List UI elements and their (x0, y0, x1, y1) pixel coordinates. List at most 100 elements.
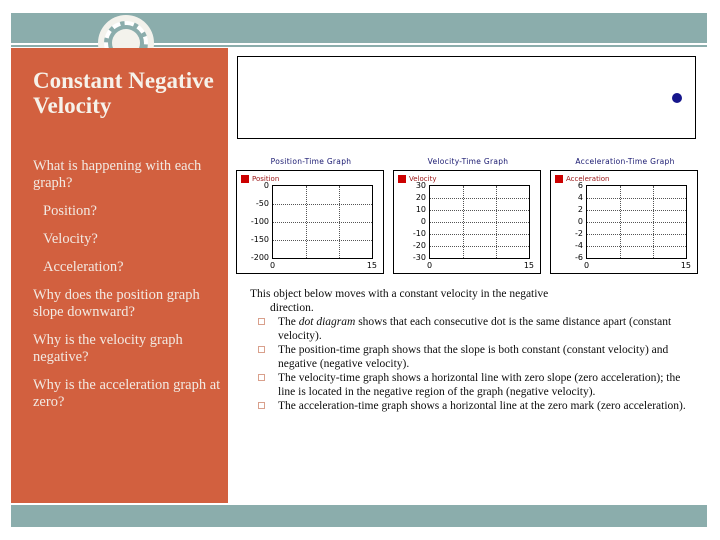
bullet-text-emphasis: dot diagram (298, 316, 356, 328)
acceleration-y-axis-labels: 6 4 2 0 -2 -4 -6 (551, 181, 585, 262)
bullet-text-pre: The (278, 316, 299, 328)
gridline-v (496, 186, 497, 258)
velocity-ytick-10: 10 (415, 205, 426, 214)
velocity-ytick-m10: -10 (412, 229, 426, 238)
acceleration-ytick-m4: -4 (575, 241, 583, 250)
velocity-ytick-m30: -30 (412, 253, 426, 262)
acceleration-ytick-m2: -2 (575, 229, 583, 238)
position-graph-title: Position-Time Graph (270, 157, 352, 166)
bullet-square-icon (258, 318, 265, 325)
gridline-h (587, 222, 686, 223)
position-x-axis-labels: 0 15 (270, 261, 377, 273)
velocity-legend-swatch-icon (398, 174, 406, 183)
position-legend-swatch-icon (241, 174, 249, 183)
page-title: Constant Negative Velocity (33, 68, 214, 118)
dot-diagram-box (237, 56, 696, 139)
velocity-plot-wrap: 30 20 10 0 -10 -20 -30 0 15 (394, 182, 542, 273)
velocity-time-graph: Velocity-Time Graph Velocity 30 20 10 0 … (393, 156, 543, 274)
velocity-graph-frame: Velocity 30 20 10 0 -10 -20 -30 0 15 (393, 170, 541, 274)
bullet-item-dot-diagram: The dot diagram shows that each consecut… (250, 316, 690, 343)
moving-object-dot (672, 93, 682, 103)
velocity-x-axis-labels: 0 15 (427, 261, 534, 273)
velocity-plot-area (429, 185, 530, 259)
gridline-h (273, 240, 372, 241)
left-sidebar-panel: Constant Negative Velocity What is happe… (11, 48, 228, 503)
acceleration-graph-frame: Acceleration 6 4 2 0 -2 -4 -6 0 15 (550, 170, 698, 274)
acceleration-legend-swatch-icon (555, 174, 563, 183)
acceleration-plot-wrap: 6 4 2 0 -2 -4 -6 0 15 (551, 181, 699, 273)
velocity-graph-title: Velocity-Time Graph (427, 157, 509, 166)
acceleration-graph-title: Acceleration-Time Graph (575, 157, 675, 166)
gridline-h (430, 246, 529, 247)
position-plot-area (272, 185, 373, 259)
gridline-v (339, 186, 340, 258)
graph-row: Position-Time Graph Position 0 -50 -100 … (236, 156, 700, 281)
gridline-h (587, 246, 686, 247)
position-ytick-m150: -150 (250, 235, 269, 244)
bullet-text-post: The acceleration-time graph shows a hori… (278, 400, 686, 412)
sidebar-item-what-is-happening: What is happening with each graph? (33, 158, 202, 191)
acceleration-ytick-6: 6 (577, 181, 583, 190)
position-y-axis-labels: 0 -50 -100 -150 -200 (237, 181, 271, 262)
bullet-text-post: The velocity-time graph shows a horizont… (278, 372, 681, 398)
lead-line-2: direction. (270, 301, 314, 314)
acceleration-ytick-m6: -6 (575, 253, 583, 262)
sidebar-item-why-velocity-negative: Why is the velocity graph negative? (33, 332, 183, 365)
acceleration-legend-label: Acceleration (566, 174, 610, 183)
explanation-list: This object below moves with a constant … (250, 288, 690, 415)
position-ytick-m100: -100 (250, 217, 269, 226)
gridline-h (430, 198, 529, 199)
bullet-item-position-graph: The position-time graph shows that the s… (250, 344, 690, 371)
sidebar-question-list: What is happening with each graph? Posit… (33, 158, 225, 422)
position-legend: Position (241, 174, 279, 183)
sidebar-item-why-position-slope: Why does the position graph slope downwa… (33, 287, 200, 320)
gridline-h (273, 204, 372, 205)
bullet-square-icon (258, 346, 265, 353)
position-xtick-15: 15 (366, 261, 377, 270)
sidebar-item-why-acceleration-zero: Why is the acceleration graph at zero? (33, 377, 221, 410)
bullet-item-velocity-graph: The velocity-time graph shows a horizont… (250, 372, 690, 399)
acceleration-time-graph: Acceleration-Time Graph Acceleration 6 4… (550, 156, 700, 274)
velocity-xtick-15: 15 (523, 261, 534, 270)
position-ytick-0: 0 (263, 181, 269, 190)
velocity-y-axis-labels: 30 20 10 0 -10 -20 -30 (394, 182, 428, 262)
slide-canvas: Constant Negative Velocity What is happe… (0, 0, 720, 540)
acceleration-xtick-15: 15 (680, 261, 691, 270)
acceleration-ytick-2: 2 (577, 205, 583, 214)
lead-line-1: This object below moves with a constant … (250, 288, 549, 300)
gridline-h (430, 222, 529, 223)
bullet-text-post: The position-time graph shows that the s… (278, 344, 669, 370)
acceleration-x-axis-labels: 0 15 (584, 261, 691, 273)
acceleration-ytick-0: 0 (577, 217, 583, 226)
position-time-graph: Position-Time Graph Position 0 -50 -100 … (236, 156, 386, 274)
gridline-h (587, 234, 686, 235)
sidebar-item-acceleration: Acceleration? (43, 259, 124, 275)
bullet-square-icon (258, 402, 265, 409)
sidebar-item-velocity: Velocity? (43, 231, 98, 247)
velocity-xtick-0: 0 (427, 261, 433, 270)
gridline-v (463, 186, 464, 258)
sidebar-item-position: Position? (43, 203, 97, 219)
acceleration-plot-area (586, 185, 687, 259)
gridline-h (430, 210, 529, 211)
gridline-v (653, 186, 654, 258)
bullet-square-icon (258, 374, 265, 381)
velocity-ytick-0: 0 (420, 217, 426, 226)
acceleration-ytick-4: 4 (577, 193, 583, 202)
position-ytick-m50: -50 (255, 199, 269, 208)
gridline-v (306, 186, 307, 258)
lead-paragraph: This object below moves with a constant … (250, 288, 690, 315)
gridline-h (587, 210, 686, 211)
velocity-ytick-20: 20 (415, 193, 426, 202)
position-xtick-0: 0 (270, 261, 276, 270)
bullet-item-acceleration-graph: The acceleration-time graph shows a hori… (250, 400, 690, 414)
position-plot-wrap: 0 -50 -100 -150 -200 0 15 (237, 181, 385, 273)
acceleration-xtick-0: 0 (584, 261, 590, 270)
gridline-h (273, 222, 372, 223)
gridline-h (430, 234, 529, 235)
position-ytick-m200: -200 (250, 253, 269, 262)
velocity-ytick-m20: -20 (412, 241, 426, 250)
gridline-h (587, 198, 686, 199)
gridline-v (620, 186, 621, 258)
position-graph-frame: Position 0 -50 -100 -150 -200 0 15 (236, 170, 384, 274)
